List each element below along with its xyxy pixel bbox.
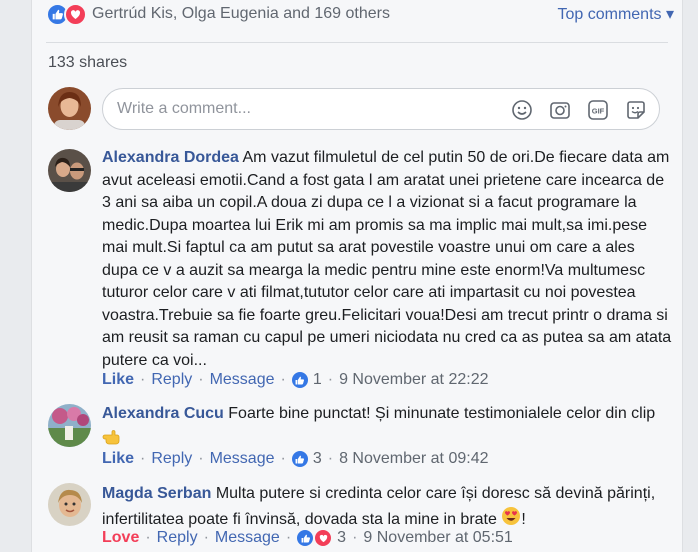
love-reaction-icon (64, 2, 87, 26)
reaction-count[interactable]: 3 (337, 529, 346, 547)
comment-timestamp[interactable]: 9 November at 05:51 (363, 529, 512, 547)
separator: · (140, 371, 146, 388)
separator: · (327, 450, 334, 467)
sticker-icon[interactable] (624, 98, 648, 122)
separator: · (327, 371, 334, 388)
comment-box[interactable]: GIF (102, 88, 660, 130)
comment-input[interactable] (117, 89, 477, 129)
comment-text: Alexandra Dordea Am vazut filmuletul de … (102, 147, 672, 372)
reaction-count[interactable]: 1 (313, 371, 322, 389)
reply-button[interactable]: Reply (157, 529, 198, 547)
separator: · (198, 371, 204, 388)
comment-author[interactable]: Alexandra Cucu (102, 405, 224, 422)
separator: · (145, 529, 151, 546)
like-button[interactable]: Like (102, 450, 134, 468)
comment-actions: Like · Reply · Message · 3 · 8 November … (102, 450, 488, 468)
comment-author[interactable]: Alexandra Dordea (102, 149, 239, 166)
commenter-avatar[interactable] (48, 483, 91, 526)
message-button[interactable]: Message (210, 371, 275, 389)
comment-author[interactable]: Magda Serban (102, 485, 211, 502)
comment-actions: Like · Reply · Message · 1 · 9 November … (102, 371, 488, 389)
like-button[interactable]: Like (102, 371, 134, 389)
comment-body: Foarte bine punctat! Și minunate testimo… (228, 405, 656, 422)
svg-text:GIF: GIF (592, 107, 605, 116)
comment-timestamp[interactable]: 9 November at 22:22 (339, 371, 488, 389)
like-count-icon[interactable] (291, 372, 308, 388)
separator: · (203, 529, 209, 546)
love-button[interactable]: Love (102, 529, 139, 547)
message-button[interactable]: Message (215, 529, 280, 547)
like-count-icon[interactable] (297, 530, 314, 546)
separator: · (198, 450, 204, 467)
camera-icon[interactable] (548, 98, 572, 122)
divider (46, 42, 668, 43)
separator: · (285, 529, 292, 546)
comment-body: Am vazut filmuletul de cel putin 50 de o… (102, 149, 672, 369)
gif-icon[interactable]: GIF (586, 98, 610, 122)
separator: · (140, 450, 146, 467)
comment-text: Alexandra Cucu Foarte bine punctat! Și m… (102, 403, 672, 453)
shares-count[interactable]: 133 shares (48, 54, 127, 72)
comment-timestamp[interactable]: 8 November at 09:42 (339, 450, 488, 468)
separator: · (280, 450, 286, 467)
love-count-icon[interactable] (314, 529, 333, 547)
pointing-hand-emoji-icon (102, 426, 122, 454)
separator: · (352, 529, 358, 546)
message-button[interactable]: Message (210, 450, 275, 468)
like-count-icon[interactable] (291, 451, 308, 467)
comment-actions: Love · Reply · Message · 3 · 9 November … (102, 529, 513, 547)
reply-button[interactable]: Reply (151, 371, 192, 389)
current-user-avatar[interactable] (48, 87, 91, 130)
comment-text: Magda Serban Multa putere si credinta ce… (102, 483, 672, 533)
reaction-count[interactable]: 3 (313, 450, 322, 468)
separator: · (280, 371, 286, 388)
comment-body-end: ! (521, 510, 526, 528)
commenter-avatar[interactable] (48, 149, 91, 192)
emoji-icon[interactable] (510, 98, 534, 122)
reply-button[interactable]: Reply (151, 450, 192, 468)
top-comments-dropdown[interactable]: Top comments ▾ (557, 4, 674, 24)
comments-panel: Gertrúd Kis, Olga Eugenia and 169 others… (31, 0, 683, 552)
reactors-names[interactable]: Gertrúd Kis, Olga Eugenia and 169 others (92, 5, 390, 23)
commenter-avatar[interactable] (48, 404, 91, 447)
